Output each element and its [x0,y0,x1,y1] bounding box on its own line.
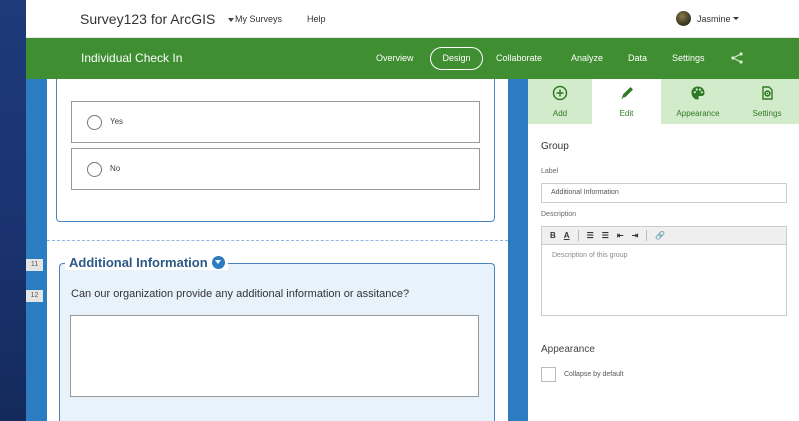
survey123-app: Survey123 for ArcGIS My Surveys Help Jas… [26,0,799,421]
tab-design[interactable]: Design [430,47,483,70]
survey-header-bar: Individual Check In Overview Design Coll… [26,38,799,79]
link-icon[interactable]: 🔗 [655,231,665,240]
tab-collaborate[interactable]: Collaborate [496,53,542,63]
caret-down-icon [228,18,235,23]
pencil-icon [621,87,633,99]
collapse-toggle-icon[interactable] [211,256,225,269]
settings-icon [762,86,773,100]
bullet-list-icon[interactable]: ☰ [602,231,609,240]
collapse-label: Collapse by default [564,371,624,378]
app-title[interactable]: Survey123 for ArcGIS [80,11,235,27]
canvas-margin-right [508,79,528,421]
user-name: Jasmine [697,13,731,24]
panel-tab-label: Add [552,109,568,118]
row-number: 12 [26,290,43,302]
panel-tab-settings[interactable]: Settings [735,79,799,124]
avatar [676,11,691,26]
canvas-margin-left [26,79,47,421]
panel-tab-label: Appearance [676,109,720,118]
group-title[interactable]: Additional Information [65,255,228,270]
appearance-heading: Appearance [541,344,595,355]
drop-divider [47,240,508,241]
nav-help[interactable]: Help [307,14,326,24]
panel-heading: Group [541,141,569,152]
choice-label: No [110,164,121,173]
indent-icon[interactable]: ⇥ [632,231,639,240]
top-bar: Survey123 for ArcGIS My Surveys Help Jas… [26,0,799,38]
tab-analyze[interactable]: Analyze [571,53,603,63]
choice-label: Yes [110,117,124,126]
panel-tab-label: Edit [619,109,634,118]
tab-settings[interactable]: Settings [672,53,705,63]
desktop-background [0,0,26,421]
nav-my-surveys[interactable]: My Surveys [235,14,282,24]
row-number: 11 [26,259,43,271]
toolbar-divider [646,230,648,241]
radio-button[interactable] [87,115,102,130]
tab-data[interactable]: Data [628,53,647,63]
user-menu[interactable]: Jasmine [676,11,739,26]
bold-icon[interactable]: B [550,231,556,240]
palette-icon [691,86,705,100]
panel-tab-edit[interactable]: Edit [592,79,661,124]
toolbar-divider [577,230,579,241]
survey-canvas: Yes No Additional Information Can our or… [47,79,508,421]
choice-yes[interactable]: Yes [71,101,480,143]
label-caption: Label [541,168,559,175]
app-title-text: Survey123 for ArcGIS [80,11,216,27]
survey-name: Individual Check In [81,51,183,65]
numbered-list-icon[interactable]: ☰ [587,231,594,240]
caret-down-icon [732,17,739,20]
label-input[interactable]: Additional Information [541,183,787,203]
description-caption: Description [541,211,577,218]
add-circle-icon [552,85,568,101]
question-label: Can our organization provide any additio… [71,288,410,300]
description-editor[interactable]: Description of this group [541,244,787,316]
rich-text-toolbar: B A ☰ ☰ ⇤ ⇥ 🔗 [541,226,787,245]
radio-button[interactable] [87,162,102,177]
panel-tab-appearance[interactable]: Appearance [661,79,735,124]
choice-no[interactable]: No [71,148,480,190]
question-card[interactable]: Yes No [56,79,495,222]
tab-overview[interactable]: Overview [376,53,414,63]
properties-panel: Add Edit Appearance Settings Group Label… [528,79,799,421]
answer-textarea[interactable] [70,315,479,397]
panel-tab-label: Settings [752,109,782,118]
panel-tab-add[interactable]: Add [528,79,592,124]
font-color-icon[interactable]: A [564,231,570,240]
group-title-text: Additional Information [69,255,208,270]
outdent-icon[interactable]: ⇤ [617,231,624,240]
collapse-checkbox[interactable] [541,367,556,382]
share-icon[interactable] [731,52,743,64]
